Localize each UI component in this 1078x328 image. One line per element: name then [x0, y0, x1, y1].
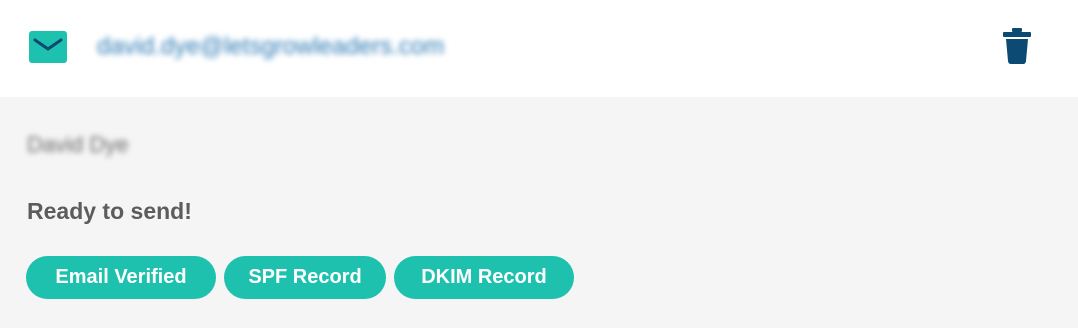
- trash-icon[interactable]: [1003, 28, 1031, 64]
- email-verified-badge[interactable]: Email Verified: [26, 256, 216, 299]
- sender-header: david.dye@letsgrowleaders.com: [0, 0, 1078, 97]
- sender-email: david.dye@letsgrowleaders.com: [97, 33, 445, 60]
- sender-card: david.dye@letsgrowleaders.com David Dye …: [0, 0, 1078, 328]
- verification-badges: Email Verified SPF Record DKIM Record: [26, 256, 574, 299]
- dkim-record-badge[interactable]: DKIM Record: [394, 256, 574, 299]
- sender-details: David Dye Ready to send! Email Verified …: [0, 97, 1078, 328]
- sender-name: David Dye: [27, 132, 129, 157]
- spf-record-badge[interactable]: SPF Record: [224, 256, 386, 299]
- status-text: Ready to send!: [27, 198, 192, 224]
- mail-icon: [29, 31, 67, 63]
